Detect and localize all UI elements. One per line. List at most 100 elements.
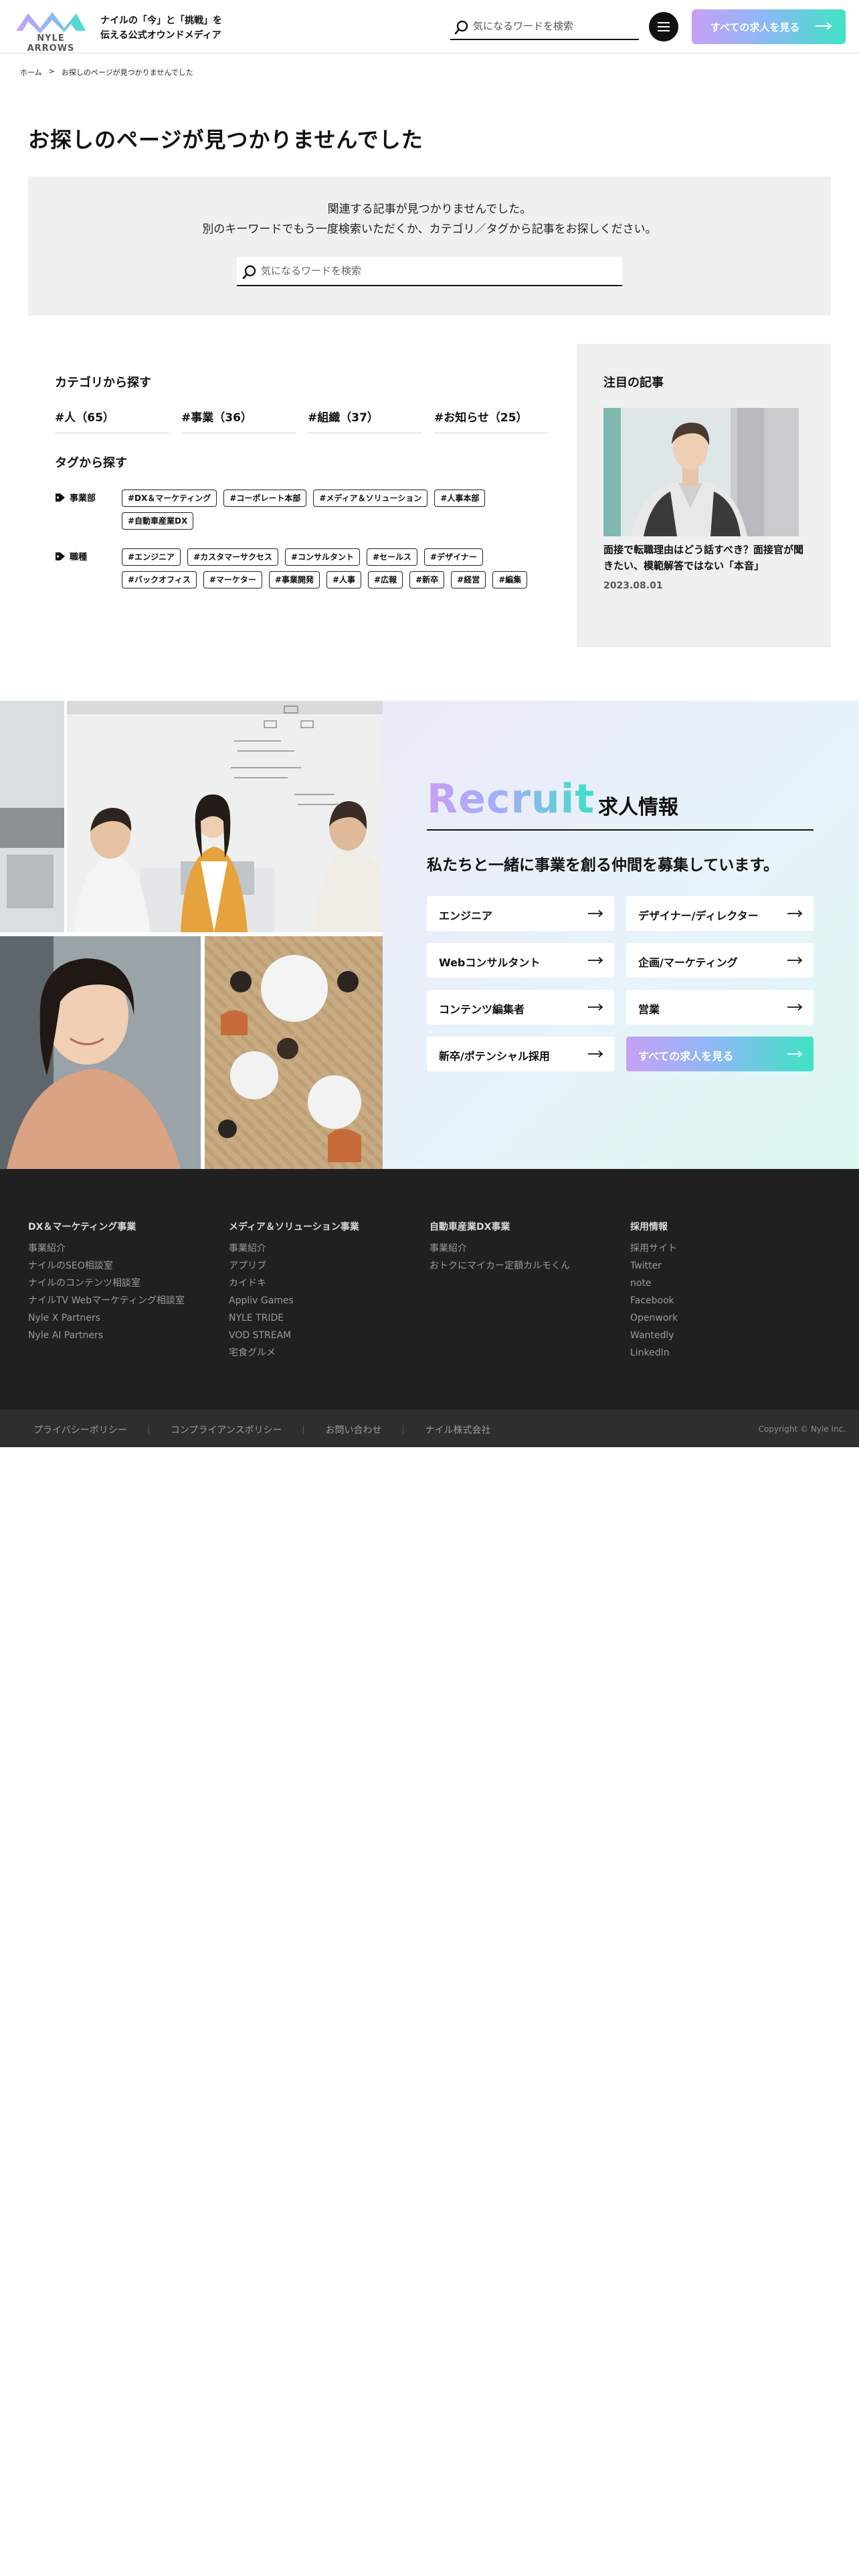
category-link[interactable]: #組織（37） bbox=[308, 400, 422, 433]
recruit-divider bbox=[427, 829, 814, 831]
footer-column-heading: 採用情報 bbox=[630, 1222, 668, 1232]
footer-link[interactable]: Nyle X Partners bbox=[28, 1309, 229, 1327]
breadcrumb-home-link[interactable]: ホーム bbox=[20, 67, 42, 78]
featured-article-title[interactable]: 面接で転職理由はどう話すべき？面接官が聞きたい、模範解答ではない「本音」 bbox=[603, 542, 804, 574]
job-engineer-button[interactable]: エンジニア bbox=[427, 896, 614, 931]
header-search-input[interactable] bbox=[473, 17, 634, 35]
footer-link[interactable]: Twitter bbox=[630, 1257, 831, 1275]
job-content-editor-button[interactable]: コンテンツ編集者 bbox=[427, 990, 614, 1025]
tag-group-label-text: 事業部 bbox=[70, 494, 96, 504]
recruit-job-links: エンジニア デザイナー/ディレクター Webコンサルタント 企画/マーケティング… bbox=[427, 896, 814, 1071]
tag-list: #DX＆マーケティング #コーポレート本部 #メディア＆ソリューション #人事本… bbox=[122, 490, 550, 530]
footer-link[interactable]: Wantedly bbox=[630, 1327, 831, 1344]
tag-group-label: 事業部 bbox=[55, 491, 96, 504]
job-new-graduate-button[interactable]: 新卒/ポテンシャル採用 bbox=[427, 1037, 614, 1071]
tag-link[interactable]: #エンジニア bbox=[122, 548, 181, 566]
arrow-right-icon bbox=[816, 22, 832, 30]
job-button-label: コンテンツ編集者 bbox=[439, 1003, 525, 1016]
category-link[interactable]: #事業（36） bbox=[181, 400, 296, 433]
footer-link[interactable]: ナイルTV Webマーケティング相談室 bbox=[28, 1292, 229, 1309]
footer-link[interactable]: Nyle AI Partners bbox=[28, 1327, 229, 1344]
compliance-policy-link[interactable]: コンプライアンスポリシー bbox=[171, 1423, 282, 1436]
footer-bottom-bar: プライバシーポリシー コンプライアンスポリシー お問い合わせ ナイル株式会社 C… bbox=[0, 1410, 859, 1447]
footer-link[interactable]: アプリブ bbox=[229, 1257, 430, 1275]
footer-column-heading: メディア＆ソリューション事業 bbox=[229, 1222, 359, 1232]
tag-icon bbox=[56, 552, 65, 560]
tag-link[interactable]: #コンサルタント bbox=[284, 548, 360, 566]
tag-group-label-text: 職種 bbox=[70, 552, 88, 562]
tag-link[interactable]: #広報 bbox=[368, 571, 403, 588]
footer-link[interactable]: VOD STREAM bbox=[229, 1327, 430, 1344]
footer-link[interactable]: ナイルのSEO相談室 bbox=[28, 1257, 229, 1275]
footer-column-heading: DX＆マーケティング事業 bbox=[28, 1222, 136, 1232]
tag-link[interactable]: #自動車産業DX bbox=[122, 512, 194, 530]
search-icon[interactable] bbox=[454, 20, 469, 35]
tag-icon bbox=[56, 493, 65, 502]
footer-link[interactable]: ナイルのコンテンツ相談室 bbox=[28, 1275, 229, 1292]
tag-link[interactable]: #事業開発 bbox=[268, 571, 320, 588]
featured-article-thumbnail[interactable] bbox=[603, 408, 799, 536]
footer-link[interactable]: Appliv Games bbox=[229, 1292, 430, 1309]
job-button-label: エンジニア bbox=[439, 909, 493, 922]
footer-link[interactable]: おトクにマイカー定額カルモくん bbox=[430, 1257, 630, 1275]
tag-link[interactable]: #セールス bbox=[366, 548, 418, 566]
hamburger-menu-button[interactable] bbox=[649, 12, 678, 41]
tag-link[interactable]: #カスタマーサクセス bbox=[187, 548, 278, 566]
footer-link[interactable]: LinkedIn bbox=[630, 1344, 831, 1362]
tag-link[interactable]: #メディア＆ソリューション bbox=[313, 490, 428, 507]
all-jobs-header-label: すべての求人を見る bbox=[710, 21, 800, 33]
job-button-label: Webコンサルタント bbox=[439, 956, 541, 969]
job-sales-button[interactable]: 営業 bbox=[626, 990, 814, 1025]
browse-section: カテゴリから探す #人（65） #事業（36） #組織（37） #お知らせ（25… bbox=[28, 344, 563, 647]
recruit-lead: 私たちと一緒に事業を創る仲間を募集しています。 bbox=[427, 857, 779, 874]
job-button-label: 新卒/ポテンシャル採用 bbox=[439, 1050, 550, 1063]
recruit-word: Recruit bbox=[427, 776, 595, 823]
tag-link[interactable]: #人事本部 bbox=[434, 490, 486, 507]
company-link[interactable]: ナイル株式会社 bbox=[425, 1423, 490, 1436]
tag-link[interactable]: #マーケター bbox=[203, 571, 262, 588]
site-logo[interactable]: NYLE ARROWS bbox=[13, 8, 88, 53]
all-jobs-button[interactable]: すべての求人を見る bbox=[626, 1037, 814, 1071]
logo-mark-icon bbox=[16, 12, 86, 33]
arrow-right-icon bbox=[588, 956, 603, 964]
category-link[interactable]: #人（65） bbox=[55, 400, 169, 433]
job-web-consultant-button[interactable]: Webコンサルタント bbox=[427, 943, 614, 978]
tag-link[interactable]: #経営 bbox=[451, 571, 486, 588]
tag-link[interactable]: #編集 bbox=[492, 571, 528, 588]
footer-link[interactable]: Facebook bbox=[630, 1292, 831, 1309]
category-heading: カテゴリから探す bbox=[55, 376, 151, 390]
category-link[interactable]: #お知らせ（25） bbox=[434, 400, 549, 433]
tag-link[interactable]: #人事 bbox=[326, 571, 362, 588]
not-found-search-input[interactable] bbox=[261, 262, 615, 280]
tag-link[interactable]: #DX＆マーケティング bbox=[122, 490, 217, 507]
tag-link[interactable]: #新卒 bbox=[409, 571, 445, 588]
menu-bar-icon bbox=[658, 26, 670, 27]
recruit-section: Recruit 求人情報 私たちと一緒に事業を創る仲間を募集しています。 エンジ… bbox=[0, 701, 859, 1169]
privacy-policy-link[interactable]: プライバシーポリシー bbox=[33, 1423, 127, 1436]
footer-link[interactable]: カイドキ bbox=[229, 1275, 430, 1292]
all-jobs-header-button[interactable]: すべての求人を見る bbox=[692, 9, 846, 44]
tag-link[interactable]: #バックオフィス bbox=[122, 571, 197, 588]
footer-link[interactable]: Openwork bbox=[630, 1309, 831, 1327]
tag-link[interactable]: #デザイナー bbox=[424, 548, 483, 566]
category-list: #人（65） #事業（36） #組織（37） #お知らせ（25） bbox=[55, 400, 550, 433]
footer-link[interactable]: 事業紹介 bbox=[28, 1240, 229, 1257]
not-found-search bbox=[237, 257, 622, 286]
tag-link[interactable]: #コーポレート本部 bbox=[223, 490, 307, 507]
contact-link[interactable]: お問い合わせ bbox=[325, 1423, 381, 1436]
not-found-panel: 関連する記事が見つかりませんでした。 別のキーワードでもう一度検索いただくか、カ… bbox=[28, 177, 831, 316]
footer-link[interactable]: 宅食グルメ bbox=[229, 1344, 430, 1362]
footer-link[interactable]: 事業紹介 bbox=[229, 1240, 430, 1257]
office-photos-image bbox=[0, 701, 383, 1169]
job-planning-marketing-button[interactable]: 企画/マーケティング bbox=[626, 943, 814, 978]
recruit-panel: Recruit 求人情報 私たちと一緒に事業を創る仲間を募集しています。 エンジ… bbox=[383, 701, 859, 1169]
footer-link[interactable]: 事業紹介 bbox=[430, 1240, 630, 1257]
job-designer-button[interactable]: デザイナー/ディレクター bbox=[626, 896, 814, 931]
footer-link[interactable]: note bbox=[630, 1275, 831, 1292]
featured-heading: 注目の記事 bbox=[603, 376, 664, 390]
footer-link[interactable]: NYLE TRIDE bbox=[229, 1309, 430, 1327]
footer-column-media-solution: メディア＆ソリューション事業 事業紹介 アプリブ カイドキ Appliv Gam… bbox=[229, 1220, 430, 1362]
footer-link[interactable]: 採用サイト bbox=[630, 1240, 831, 1257]
search-icon[interactable] bbox=[242, 265, 257, 280]
menu-bar-icon bbox=[658, 30, 670, 31]
